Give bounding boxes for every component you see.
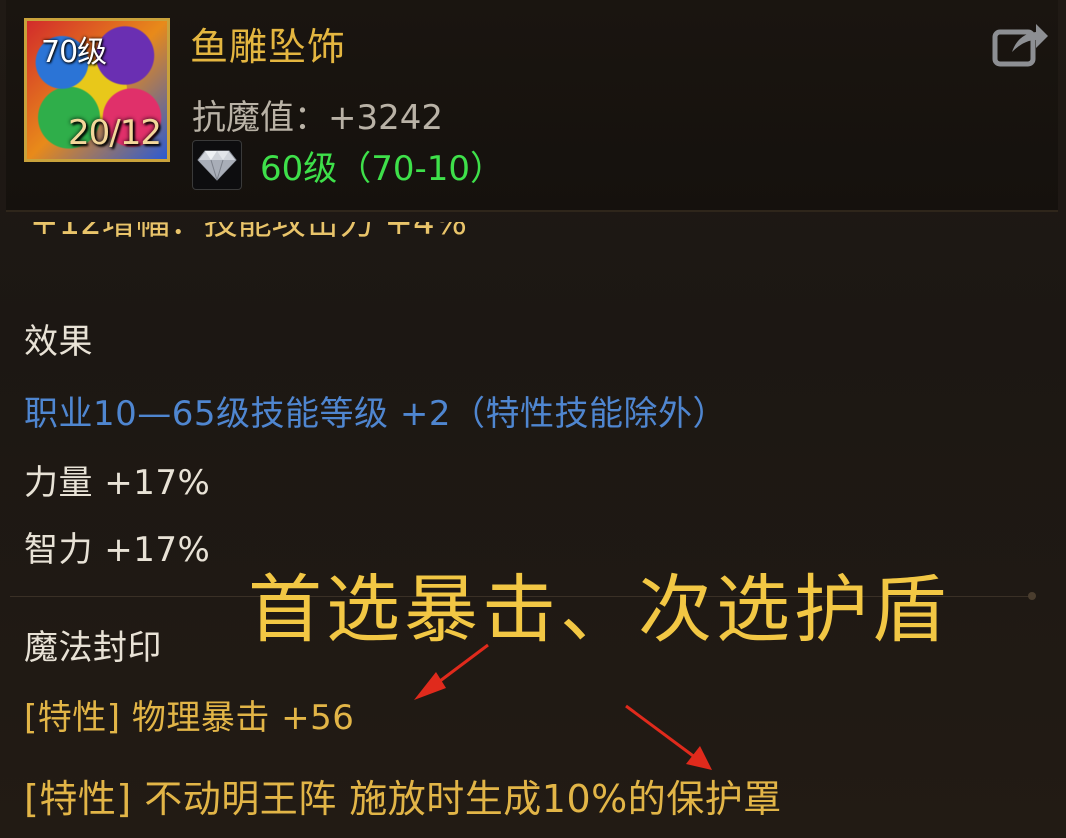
item-tooltip: 70级 20/12 鱼雕坠饰 抗魔值：+3242 60级（70-10） +12增… — [0, 0, 1066, 838]
skill-level-effect: 职业10—65级技能等级 +2（特性技能除外） — [24, 394, 727, 434]
pendant-item-icon[interactable]: 70级 20/12 — [24, 18, 170, 162]
item-level-label: 70级 — [41, 35, 107, 70]
intelligence-effect: 智力 +17% — [24, 530, 211, 570]
amplify-line-text: +12增幅：技能攻击力 +4% — [30, 222, 467, 243]
item-name: 鱼雕坠饰 — [190, 25, 347, 69]
divider-ornament — [1028, 592, 1036, 600]
tooltip-header: 70级 20/12 鱼雕坠饰 抗魔值：+3242 60级（70-10） — [6, 0, 1058, 212]
magic-seal-heading: 魔法封印 — [24, 628, 162, 668]
effects-heading: 效果 — [24, 322, 93, 362]
seal-shield-line: [特性] 不动明王阵 施放时生成10%的保护罩 — [24, 777, 782, 821]
share-export-icon[interactable] — [992, 18, 1050, 68]
diamond-gem-icon — [192, 140, 242, 190]
strength-effect: 力量 +17% — [24, 463, 211, 503]
annotation-text: 首选暴击、次选护盾 — [248, 567, 950, 653]
item-count-label: 20/12 — [68, 113, 162, 153]
gem-row: 60级（70-10） — [192, 140, 504, 190]
amplify-line-partial: +12增幅：技能攻击力 +4% — [30, 222, 467, 252]
seal-crit-line: [特性] 物理暴击 +56 — [24, 698, 355, 738]
gem-level-text: 60级（70-10） — [260, 148, 505, 189]
arrow-to-shield — [625, 704, 712, 770]
magic-resist-value: 抗魔值：+3242 — [192, 98, 444, 138]
